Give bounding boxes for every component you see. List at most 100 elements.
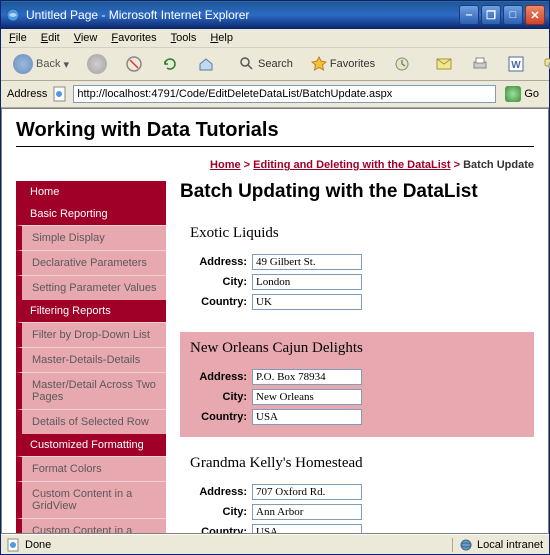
sidebar-item[interactable]: Custom Content in a DetailsView [16, 518, 166, 534]
address-label: Address: [190, 256, 252, 268]
country-label: Country: [190, 526, 252, 534]
country-label: Country: [190, 296, 252, 308]
sidebar-item[interactable]: Details of Selected Row [16, 409, 166, 434]
favorites-button[interactable]: Favorites [305, 54, 381, 74]
sidebar-item[interactable]: Format Colors [16, 456, 166, 481]
restore-button[interactable]: ❐ [481, 5, 501, 25]
print-icon [471, 55, 489, 73]
supplier-list: Exotic LiquidsAddress:City:Country:New O… [180, 217, 534, 534]
refresh-icon [161, 55, 179, 73]
address-input[interactable] [73, 85, 496, 103]
page-content[interactable]: Working with Data Tutorials Home > Editi… [1, 108, 549, 534]
refresh-button[interactable] [155, 53, 185, 75]
sidebar-header[interactable]: Home [16, 181, 166, 203]
zone-icon [459, 538, 473, 552]
menu-view[interactable]: View [74, 32, 98, 44]
status-bar: Done Local intranet [1, 534, 549, 554]
history-button[interactable] [387, 53, 417, 75]
star-icon [311, 56, 327, 72]
search-icon [239, 56, 255, 72]
country-input[interactable] [252, 294, 362, 310]
city-label: City: [190, 506, 252, 518]
back-icon [13, 54, 33, 74]
search-button[interactable]: Search [233, 54, 299, 74]
sidebar-header[interactable]: Basic Reporting [16, 203, 166, 225]
ie-icon [5, 7, 21, 23]
country-input[interactable] [252, 524, 362, 534]
address-bar: Address Go [1, 81, 549, 108]
sidebar-header[interactable]: Filtering Reports [16, 300, 166, 322]
address-label: Address: [190, 371, 252, 383]
sidebar-item[interactable]: Master-Details-Details [16, 347, 166, 372]
menu-favorites[interactable]: Favorites [111, 32, 156, 44]
go-button[interactable]: Go [501, 84, 543, 104]
city-label: City: [190, 276, 252, 288]
close-button[interactable]: ✕ [525, 5, 545, 25]
city-input[interactable] [252, 274, 362, 290]
address-label: Address: [190, 486, 252, 498]
toolbar: Back ▾ Search Favorites W [1, 48, 549, 81]
status-done: Done [25, 539, 51, 551]
window-title: Untitled Page - Microsoft Internet Explo… [26, 8, 249, 22]
address-label: Address [7, 88, 47, 100]
main-content: Batch Updating with the DataList Exotic … [180, 181, 534, 534]
address-input[interactable] [252, 484, 362, 500]
home-button[interactable] [191, 53, 221, 75]
maximize-button[interactable]: □ [503, 5, 523, 25]
print-button[interactable] [465, 53, 495, 75]
sidebar-item[interactable]: Custom Content in a GridView [16, 481, 166, 518]
menu-help[interactable]: Help [210, 32, 233, 44]
supplier-name: New Orleans Cajun Delights [190, 340, 524, 357]
mail-icon [435, 55, 453, 73]
menubar: File Edit View Favorites Tools Help [1, 29, 549, 48]
address-input[interactable] [252, 254, 362, 270]
country-input[interactable] [252, 409, 362, 425]
menu-edit[interactable]: Edit [41, 32, 60, 44]
stop-icon [125, 55, 143, 73]
done-icon [7, 538, 21, 552]
supplier-name: Grandma Kelly's Homestead [190, 455, 524, 472]
go-icon [505, 86, 521, 102]
mail-button[interactable] [429, 53, 459, 75]
city-label: City: [190, 391, 252, 403]
sidebar-item[interactable]: Simple Display [16, 225, 166, 250]
sidebar-item[interactable]: Filter by Drop-Down List [16, 322, 166, 347]
window-controls: ‒ ❐ □ ✕ [459, 5, 545, 25]
edit-button[interactable]: W [501, 53, 531, 75]
sidebar-item[interactable]: Master/Detail Across Two Pages [16, 372, 166, 409]
supplier-block: Grandma Kelly's Homestead Address: City: Co… [180, 447, 534, 534]
home-icon [197, 55, 215, 73]
sidebar-item[interactable]: Setting Parameter Values [16, 275, 166, 300]
discuss-button[interactable] [537, 53, 550, 75]
forward-icon [87, 54, 107, 74]
stop-button[interactable] [119, 53, 149, 75]
browser-window: Untitled Page - Microsoft Internet Explo… [0, 0, 550, 555]
sidebar-header[interactable]: Customized Formatting [16, 434, 166, 456]
country-label: Country: [190, 411, 252, 423]
discuss-icon [543, 55, 550, 73]
status-zone: Local intranet [477, 539, 543, 551]
supplier-name: Exotic Liquids [190, 225, 524, 242]
breadcrumb-section[interactable]: Editing and Deleting with the DataList [253, 159, 450, 171]
sidebar: HomeBasic ReportingSimple DisplayDeclara… [16, 181, 166, 534]
sidebar-item[interactable]: Declarative Parameters [16, 250, 166, 275]
minimize-button[interactable]: ‒ [459, 5, 479, 25]
word-icon: W [507, 55, 525, 73]
svg-text:W: W [511, 60, 521, 71]
menu-file[interactable]: File [9, 32, 27, 44]
page-heading: Batch Updating with the DataList [180, 181, 534, 203]
city-input[interactable] [252, 504, 362, 520]
breadcrumb-home[interactable]: Home [210, 159, 241, 171]
menu-tools[interactable]: Tools [171, 32, 197, 44]
forward-button[interactable] [81, 52, 113, 76]
address-input[interactable] [252, 369, 362, 385]
titlebar: Untitled Page - Microsoft Internet Explo… [1, 1, 549, 29]
city-input[interactable] [252, 389, 362, 405]
page-icon [52, 86, 68, 102]
breadcrumb: Home > Editing and Deleting with the Dat… [2, 155, 548, 171]
supplier-block: Exotic Liquids Address: City: Country: [180, 217, 534, 322]
breadcrumb-current: Batch Update [463, 159, 534, 171]
supplier-block: New Orleans Cajun Delights Address: City: C… [180, 332, 534, 437]
back-button[interactable]: Back ▾ [7, 52, 75, 76]
history-icon [393, 55, 411, 73]
